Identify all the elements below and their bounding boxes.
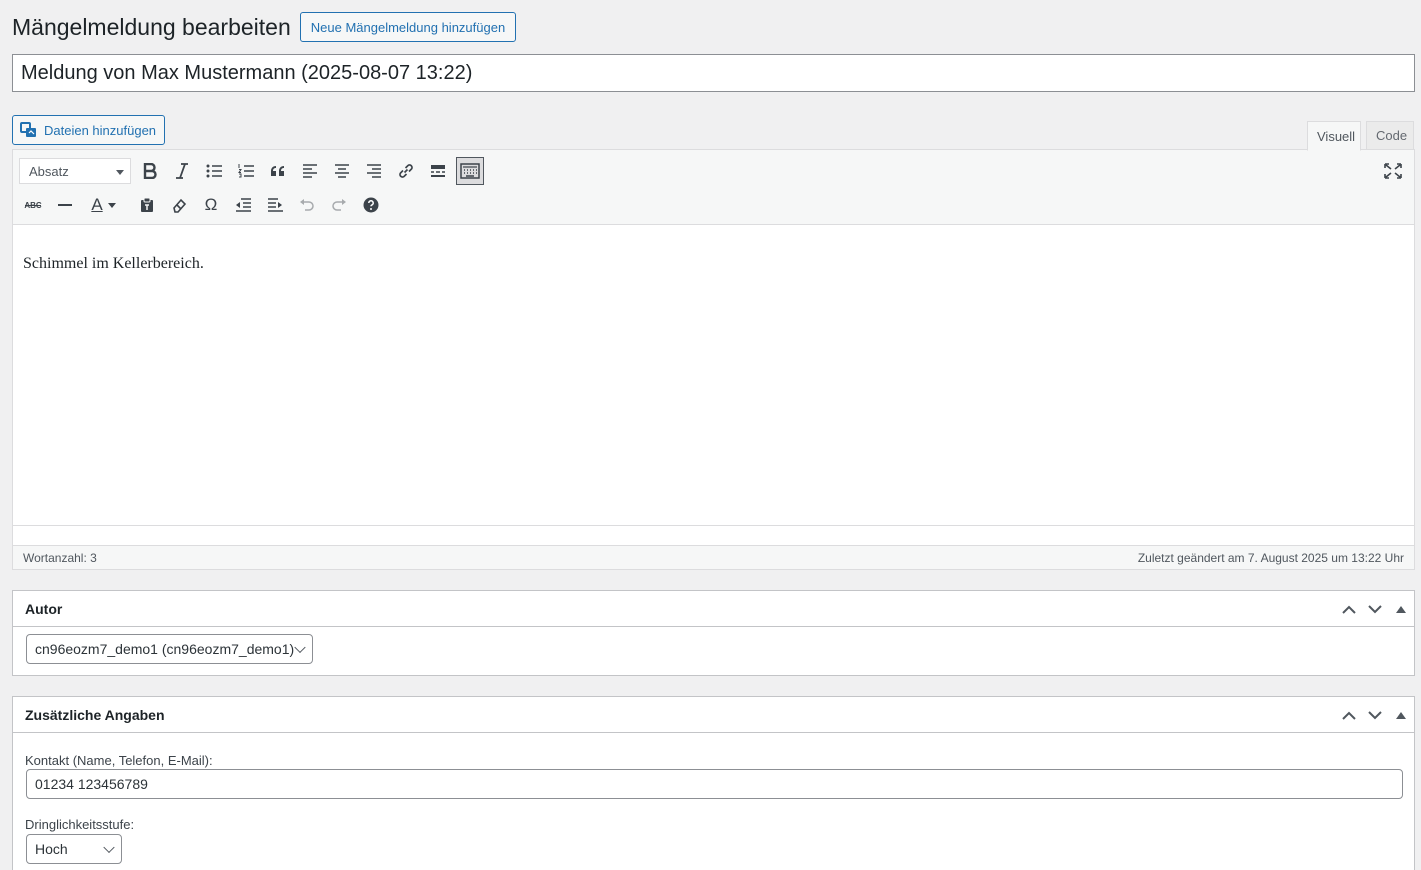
author-postbox: Autor cn96eozm7_demo1 (cn96eozm7_demo1) <box>12 590 1415 676</box>
toolbar-toggle-icon[interactable] <box>456 157 484 185</box>
format-select-value: Absatz <box>29 163 69 179</box>
text-color-dropdown[interactable] <box>106 191 118 219</box>
align-center-icon[interactable] <box>328 157 356 185</box>
tab-visual[interactable]: Visuell <box>1307 121 1361 151</box>
add-media-label: Dateien hinzufügen <box>44 122 157 138</box>
postbox-header: Zusätzliche Angaben <box>13 697 1414 733</box>
toggle-panel-icon[interactable] <box>1388 591 1414 627</box>
additional-info-postbox: Zusätzliche Angaben Kontakt (Name, Telef… <box>12 696 1415 870</box>
blockquote-icon[interactable] <box>264 157 292 185</box>
move-down-icon[interactable] <box>1362 591 1388 627</box>
link-icon[interactable] <box>392 157 420 185</box>
indent-icon[interactable] <box>261 191 289 219</box>
read-more-icon[interactable] <box>424 157 452 185</box>
paste-text-icon[interactable] <box>133 191 161 219</box>
numbered-list-icon[interactable] <box>232 157 260 185</box>
caret-down-icon <box>108 202 116 208</box>
last-modified: Zuletzt geändert am 7. August 2025 um 13… <box>1137 550 1404 565</box>
editor-statusbar: Wortanzahl: 3 Zuletzt geändert am 7. Aug… <box>13 545 1414 569</box>
chevron-down-icon <box>294 641 306 654</box>
undo-icon[interactable] <box>293 191 321 219</box>
fullscreen-icon[interactable] <box>1379 157 1407 185</box>
align-left-icon[interactable] <box>296 157 324 185</box>
media-icon <box>20 122 36 137</box>
toggle-panel-icon[interactable] <box>1388 697 1414 733</box>
strikethrough-icon[interactable]: ABC <box>19 191 47 219</box>
redo-icon[interactable] <box>325 191 353 219</box>
page-title: Mängelmeldung bearbeiten <box>12 13 291 40</box>
postbox-title: Autor <box>25 600 63 617</box>
author-select[interactable]: cn96eozm7_demo1 (cn96eozm7_demo1) <box>26 634 313 664</box>
italic-icon[interactable] <box>168 157 196 185</box>
editor-content[interactable]: Schimmel im Kellerbereich. <box>23 255 204 273</box>
text-color-glyph: A <box>91 195 103 214</box>
urgency-select[interactable]: Hoch <box>26 834 122 864</box>
move-up-icon[interactable] <box>1336 591 1362 627</box>
postbox-header: Autor <box>13 591 1414 627</box>
bold-icon[interactable] <box>136 157 164 185</box>
bulleted-list-icon[interactable] <box>200 157 228 185</box>
author-select-value: cn96eozm7_demo1 (cn96eozm7_demo1) <box>35 641 295 657</box>
format-select[interactable]: Absatz <box>19 158 131 184</box>
content-editor: Absatz ABC A Ω Schimmel im Kellerbereich… <box>12 149 1415 570</box>
help-icon[interactable] <box>357 191 385 219</box>
align-right-icon[interactable] <box>360 157 388 185</box>
chevron-down-icon <box>103 841 115 854</box>
contact-field[interactable]: 01234 123456789 <box>26 769 1403 799</box>
urgency-label: Dringlichkeitsstufe: <box>25 817 135 832</box>
urgency-select-value: Hoch <box>35 841 68 857</box>
editor-toolbar: Absatz ABC A Ω <box>13 150 1414 225</box>
add-new-report-button[interactable]: Neue Mängelmeldung hinzufügen <box>299 12 517 42</box>
move-up-icon[interactable] <box>1336 697 1362 733</box>
outdent-icon[interactable] <box>229 191 257 219</box>
contact-label: Kontakt (Name, Telefon, E-Mail): <box>25 753 213 768</box>
clear-formatting-icon[interactable] <box>165 191 193 219</box>
page-header: Mängelmeldung bearbeiten Neue Mängelmeld… <box>12 12 517 42</box>
move-down-icon[interactable] <box>1362 697 1388 733</box>
special-character-icon[interactable]: Ω <box>197 191 225 219</box>
word-count: Wortanzahl: 3 <box>23 550 97 565</box>
add-media-button[interactable]: Dateien hinzufügen <box>12 115 166 145</box>
postbox-title: Zusätzliche Angaben <box>25 706 165 723</box>
post-title-input[interactable]: Meldung von Max Mustermann (2025-08-07 1… <box>12 54 1415 92</box>
horizontal-line-icon[interactable] <box>51 191 79 219</box>
caret-down-icon <box>116 170 124 175</box>
tab-code[interactable]: Code <box>1366 121 1414 150</box>
resize-divider <box>13 525 1414 526</box>
